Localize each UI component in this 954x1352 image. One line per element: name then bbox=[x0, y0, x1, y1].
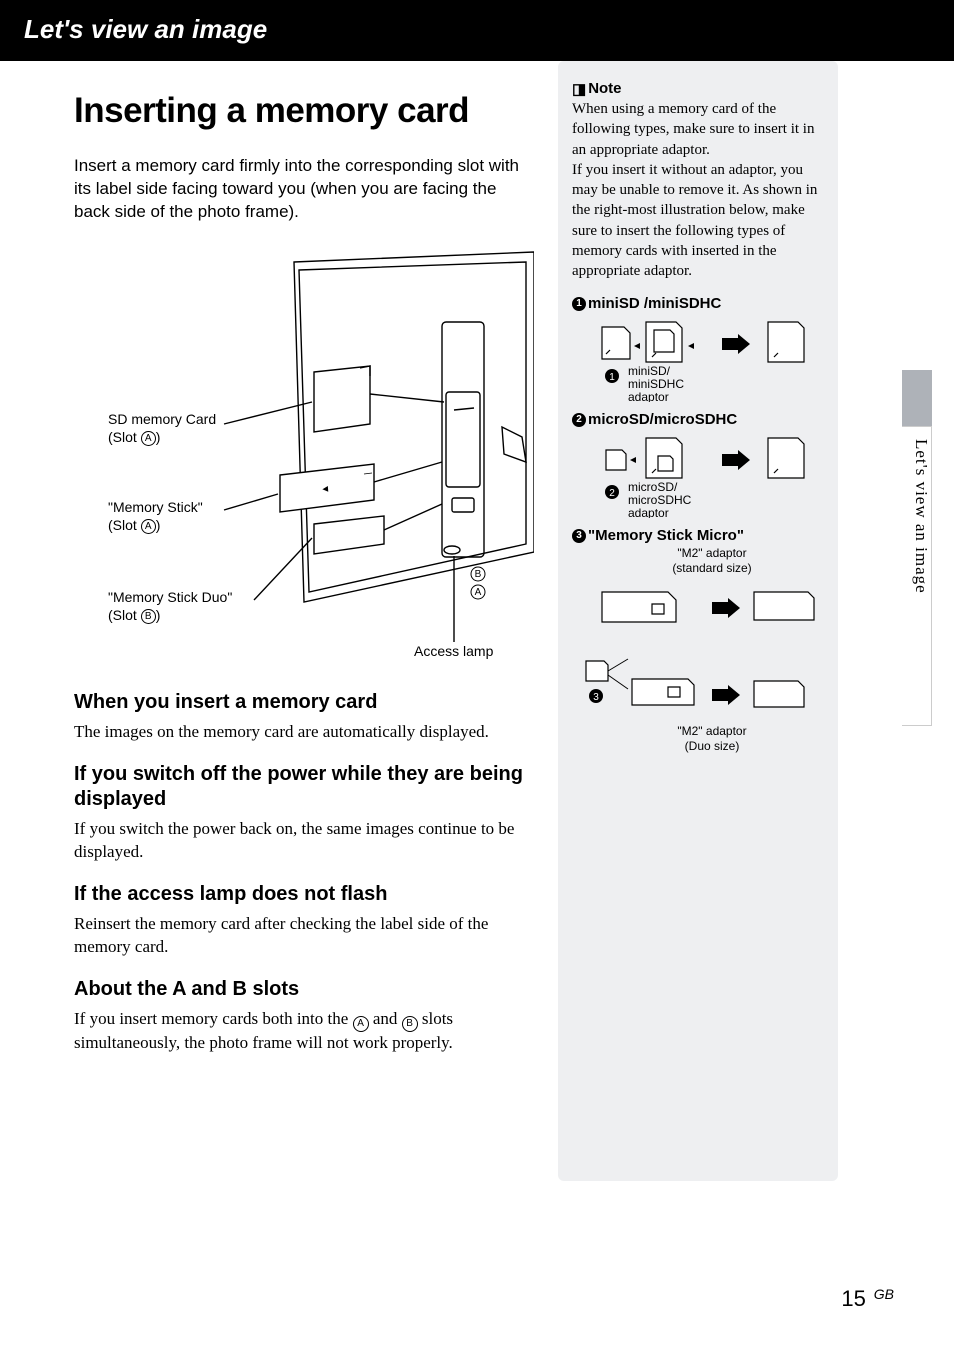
label-access-lamp: Access lamp bbox=[414, 642, 493, 660]
body-poweroff: If you switch the power back on, the sam… bbox=[74, 818, 532, 864]
main-column: Inserting a memory card Insert a memory … bbox=[0, 61, 550, 1181]
adaptor-heading-3: 3"Memory Stick Micro" bbox=[572, 527, 824, 544]
adaptor-heading-1: 1miniSD /miniSDHC bbox=[572, 295, 824, 312]
intro-paragraph: Insert a memory card firmly into the cor… bbox=[74, 155, 532, 224]
adaptor-illus-2: 2 microSD/microSDHCadaptor bbox=[572, 428, 822, 521]
slot-a-marker: A bbox=[475, 587, 482, 598]
body-insert: The images on the memory card are automa… bbox=[74, 721, 532, 744]
svg-text:3: 3 bbox=[593, 692, 599, 703]
thumb-tab: Let's view an image bbox=[902, 426, 932, 726]
heading-insert: When you insert a memory card bbox=[74, 690, 532, 715]
note-heading: ◨Note bbox=[572, 79, 824, 97]
heading-slots: About the A and B slots bbox=[74, 977, 532, 1002]
section-title: Let's view an image bbox=[24, 14, 267, 44]
adaptor-heading-2: 2microSD/microSDHC bbox=[572, 411, 824, 428]
page-footer: 15 GB bbox=[841, 1286, 894, 1312]
insertion-figure: ◂ B bbox=[74, 242, 534, 662]
heading-lamp: If the access lamp does not flash bbox=[74, 882, 532, 907]
note-body: When using a memory card of the followin… bbox=[572, 99, 824, 281]
body-slots: If you insert memory cards both into the… bbox=[74, 1008, 532, 1055]
sidebar-note: ◨Note When using a memory card of the fo… bbox=[558, 61, 838, 1181]
adaptor-illus-1: 1 miniSD/miniSDHCadaptor bbox=[572, 312, 822, 405]
slot-b-marker: B bbox=[475, 569, 482, 580]
heading-poweroff: If you switch off the power while they a… bbox=[74, 762, 532, 812]
note-icon: ◨ bbox=[572, 80, 586, 98]
label-sd: SD memory Card (Slot A) bbox=[108, 410, 216, 446]
svg-text:2: 2 bbox=[609, 488, 615, 499]
body-lamp: Reinsert the memory card after checking … bbox=[74, 913, 532, 959]
adaptor-illus-3: "M2" adaptor (standard size) 3 "M2" adap… bbox=[572, 546, 822, 754]
label-ms: "Memory Stick" (Slot A) bbox=[108, 498, 203, 534]
page-title: Inserting a memory card bbox=[74, 91, 532, 131]
svg-text:1: 1 bbox=[609, 372, 615, 383]
page-number: 15 bbox=[841, 1286, 865, 1311]
label-msduo: "Memory Stick Duo" (Slot B) bbox=[108, 588, 232, 624]
page-content: Inserting a memory card Insert a memory … bbox=[0, 61, 954, 1181]
section-header: Let's view an image bbox=[0, 0, 954, 61]
svg-text:microSD/microSDHCadaptor: microSD/microSDHCadaptor bbox=[628, 480, 692, 518]
adaptor-caption-1: miniSD/miniSDHCadaptor bbox=[628, 364, 684, 402]
region-code: GB bbox=[874, 1286, 894, 1302]
thumb-tab-fill bbox=[902, 370, 932, 426]
